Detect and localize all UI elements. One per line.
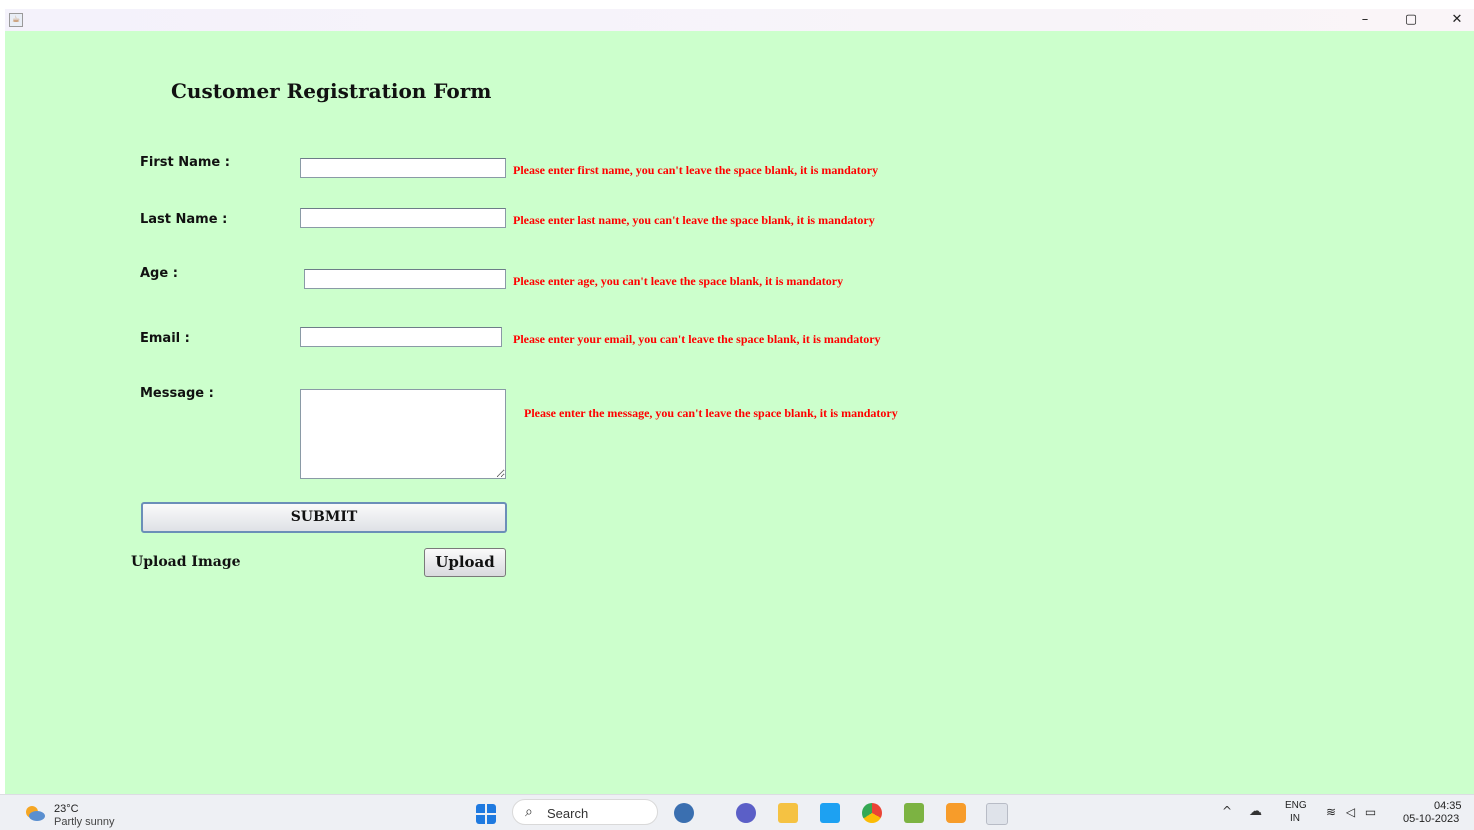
maximize-button[interactable]: ▢	[1388, 9, 1434, 31]
upload-button[interactable]: Upload	[424, 548, 506, 577]
tray-chevron-icon[interactable]: ^	[1222, 804, 1232, 818]
message-label: Message :	[140, 386, 214, 401]
weather-desc[interactable]: Partly sunny	[54, 816, 115, 828]
email-label: Email :	[140, 331, 190, 346]
photos-icon[interactable]	[904, 803, 924, 823]
taskbar: 23°C Partly sunny ⌕ Search ^ ☁ ENG IN ≋ …	[0, 794, 1474, 830]
language-indicator[interactable]: ENG	[1285, 800, 1307, 811]
search-box[interactable]: ⌕ Search	[512, 799, 658, 825]
clock-time[interactable]: 04:35	[1434, 800, 1462, 812]
first-name-error: Please enter first name, you can't leave…	[513, 163, 879, 177]
clock-date[interactable]: 05-10-2023	[1403, 813, 1459, 825]
file-explorer-icon[interactable]	[778, 803, 798, 823]
title-bar: ☕ – ▢ ✕	[5, 9, 1474, 31]
chrome-icon[interactable]	[862, 803, 882, 823]
java-icon: ☕	[9, 13, 23, 27]
search-label: Search	[547, 806, 589, 821]
email-input[interactable]	[300, 327, 502, 347]
cricket-game-icon[interactable]	[674, 803, 694, 823]
submit-button[interactable]: SUBMIT	[141, 502, 507, 533]
age-error: Please enter age, you can't leave the sp…	[513, 274, 844, 288]
java-app-icon[interactable]	[986, 803, 1008, 825]
email-error: Please enter your email, you can't leave…	[513, 332, 881, 346]
minimize-button[interactable]: –	[1342, 9, 1388, 31]
last-name-label: Last Name :	[140, 212, 228, 227]
onedrive-icon[interactable]: ☁	[1249, 804, 1262, 819]
meet-icon[interactable]	[736, 803, 756, 823]
last-name-error: Please enter last name, you can't leave …	[513, 213, 875, 227]
weather-icon[interactable]	[24, 804, 46, 822]
last-name-input[interactable]	[300, 208, 506, 228]
wifi-volume-battery-icons[interactable]: ≋ ◁ ▭	[1326, 805, 1379, 819]
age-input[interactable]	[304, 269, 506, 289]
message-error: Please enter the message, you can't leav…	[524, 406, 898, 420]
first-name-label: First Name :	[140, 155, 230, 170]
form-title: Customer Registration Form	[171, 79, 492, 103]
close-button[interactable]: ✕	[1434, 9, 1474, 31]
upload-image-label: Upload Image	[131, 554, 241, 570]
search-icon: ⌕	[525, 804, 533, 820]
weather-temp[interactable]: 23°C	[54, 803, 79, 815]
l-app-icon[interactable]	[820, 803, 840, 823]
language-region[interactable]: IN	[1290, 813, 1300, 824]
app-window: ☕ – ▢ ✕ Customer Registration Form First…	[5, 9, 1474, 794]
message-textarea[interactable]	[300, 389, 506, 479]
start-icon[interactable]	[476, 804, 496, 824]
git-icon[interactable]	[946, 803, 966, 823]
age-label: Age :	[140, 266, 178, 281]
first-name-input[interactable]	[300, 158, 506, 178]
